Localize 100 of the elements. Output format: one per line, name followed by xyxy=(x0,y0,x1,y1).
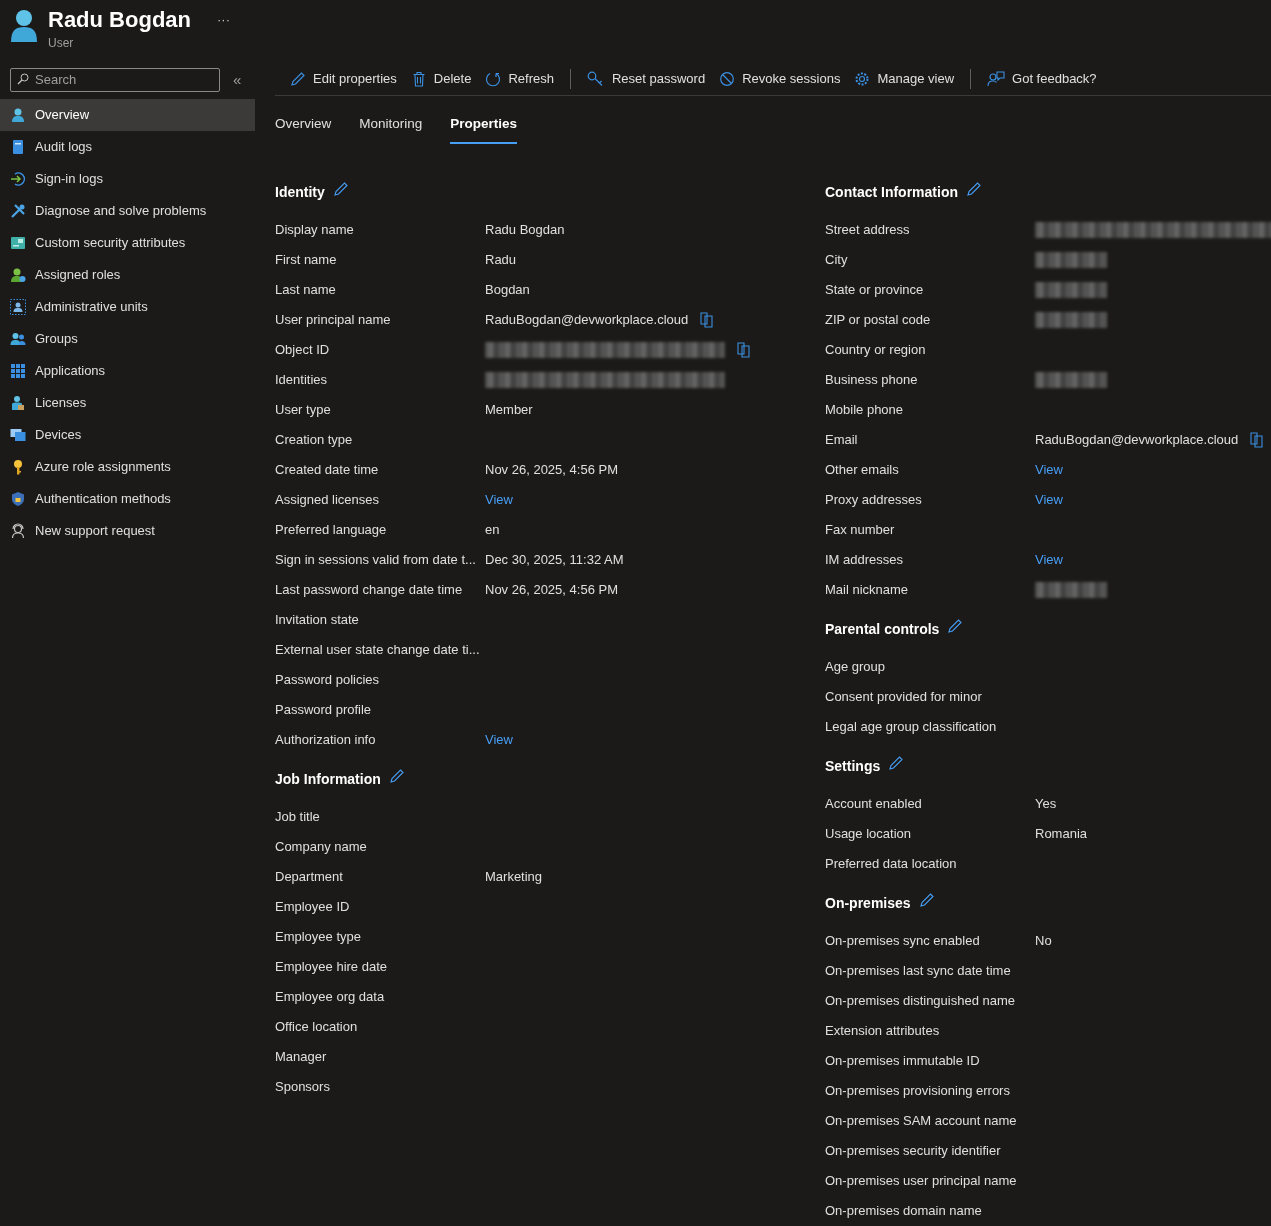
property-label: Business phone xyxy=(825,371,919,390)
property-label: Usage location xyxy=(825,825,912,844)
toolbar-button[interactable]: Refresh xyxy=(478,64,561,93)
nav-item[interactable]: Sign-in logs xyxy=(0,163,255,195)
nav-item[interactable]: Administrative units xyxy=(0,291,255,323)
property-label: Company name xyxy=(275,838,368,857)
copy-icon[interactable] xyxy=(737,342,751,358)
person-badge-icon xyxy=(10,267,26,283)
edit-icon[interactable] xyxy=(966,181,982,197)
property-value: Dec 30, 2025, 11:32 AM xyxy=(485,551,624,570)
property-label: Sponsors xyxy=(275,1078,331,1097)
collapse-button[interactable]: « xyxy=(233,71,242,87)
property-value: Radu xyxy=(485,251,517,270)
property-label: On-premises domain name xyxy=(825,1202,983,1221)
property-label: Job title xyxy=(275,808,321,827)
people-icon xyxy=(10,331,26,347)
property-label: Password profile xyxy=(275,701,373,720)
property-label: Consent provided for minor xyxy=(825,688,983,707)
nav-item[interactable]: Diagnose and solve problems xyxy=(0,195,255,227)
redacted-value xyxy=(1035,312,1107,328)
property-label: Other emails xyxy=(825,461,900,480)
more-button[interactable]: ··· xyxy=(217,10,230,30)
toolbar-button[interactable]: Revoke sessions xyxy=(712,64,848,93)
nav-item[interactable]: Devices xyxy=(0,419,255,451)
property-label: On-premises SAM account name xyxy=(825,1112,1018,1131)
property-label: On-premises security identifier xyxy=(825,1142,1002,1161)
copy-icon[interactable] xyxy=(700,312,715,328)
edit-icon[interactable] xyxy=(947,618,964,634)
property-label: Manager xyxy=(275,1048,328,1067)
shield-icon xyxy=(10,491,26,507)
property-label: First name xyxy=(275,251,338,270)
property-label: Extension attributes xyxy=(825,1022,941,1041)
view-link[interactable]: View xyxy=(485,730,513,750)
view-link[interactable]: View xyxy=(485,490,513,510)
nav-item[interactable]: Audit logs xyxy=(0,131,255,163)
section-heading: Settings xyxy=(825,757,881,775)
toolbar-button[interactable]: Delete xyxy=(403,64,479,93)
search-field[interactable]: Search xyxy=(10,67,220,92)
property-label: On-premises distinguished name xyxy=(825,992,1017,1011)
property-label: Preferred data location xyxy=(825,855,958,874)
property-value: en xyxy=(485,521,500,540)
property-label: Country or region xyxy=(825,341,927,360)
property-label: User type xyxy=(275,401,332,420)
toolbar-button[interactable]: Manage view xyxy=(847,64,962,93)
edit-icon[interactable] xyxy=(332,181,349,197)
edit-icon[interactable] xyxy=(388,768,405,784)
property-label: Age group xyxy=(825,658,886,677)
edit-icon[interactable] xyxy=(888,755,905,771)
view-link[interactable]: View xyxy=(1035,460,1063,480)
section-heading: Identity xyxy=(275,183,325,201)
property-label: Street address xyxy=(825,221,911,240)
toolbar-button[interactable]: Got feedback? xyxy=(980,64,1104,93)
property-label: Office location xyxy=(275,1018,359,1037)
property-value: Member xyxy=(485,401,533,420)
nav-item[interactable]: Authentication methods xyxy=(0,483,255,515)
property-label: Mail nickname xyxy=(825,581,910,600)
property-label: Preferred language xyxy=(275,521,388,540)
property-label: Display name xyxy=(275,221,355,240)
property-label: Creation type xyxy=(275,431,354,450)
tab[interactable]: Monitoring xyxy=(359,106,423,144)
edit-icon[interactable] xyxy=(918,892,935,908)
search-icon xyxy=(17,73,29,85)
property-label: Password policies xyxy=(275,671,381,690)
toolbar-button[interactable]: Reset password xyxy=(579,64,713,93)
toolbar-button[interactable]: Edit properties xyxy=(283,64,404,93)
property-label: On-premises last sync date time xyxy=(825,962,1012,981)
nav-item[interactable]: Assigned roles xyxy=(0,259,255,291)
monitors-icon xyxy=(10,427,26,443)
property-value: Bogdan xyxy=(485,281,530,300)
property-label: Mobile phone xyxy=(825,401,905,420)
tab[interactable]: Overview xyxy=(275,106,332,144)
nav-item[interactable]: New support request xyxy=(0,515,255,547)
section-heading: On-premises xyxy=(825,894,911,912)
settings-icon xyxy=(854,70,871,87)
key-icon xyxy=(586,70,605,87)
sign-in-icon xyxy=(10,171,26,187)
tab[interactable]: Properties xyxy=(450,106,518,144)
property-label: IM addresses xyxy=(825,551,905,570)
property-label: Email xyxy=(825,431,859,450)
nav-item[interactable]: Azure role assignments xyxy=(0,451,255,483)
view-link[interactable]: View xyxy=(1035,490,1063,510)
book-icon xyxy=(10,139,26,155)
copy-icon[interactable] xyxy=(1250,432,1265,448)
nav-item[interactable]: Licenses xyxy=(0,387,255,419)
property-label: Legal age group classification xyxy=(825,718,998,737)
nav-item[interactable]: Custom security attributes xyxy=(0,227,255,259)
property-label: On-premises sync enabled xyxy=(825,932,981,951)
property-label: Authorization info xyxy=(275,731,377,750)
headset-person-icon xyxy=(10,523,26,539)
property-label: Employee ID xyxy=(275,898,351,917)
property-label: Object ID xyxy=(275,341,331,360)
nav-item[interactable]: Applications xyxy=(0,355,255,387)
property-value: Nov 26, 2025, 4:56 PM xyxy=(485,581,618,600)
nav-item[interactable]: Groups xyxy=(0,323,255,355)
view-link[interactable]: View xyxy=(1035,550,1063,570)
grid-icon xyxy=(10,363,26,379)
property-label: Invitation state xyxy=(275,611,360,630)
nav-item[interactable]: Overview xyxy=(0,99,255,131)
section-heading: Job Information xyxy=(275,770,381,788)
property-label: User principal name xyxy=(275,311,392,330)
